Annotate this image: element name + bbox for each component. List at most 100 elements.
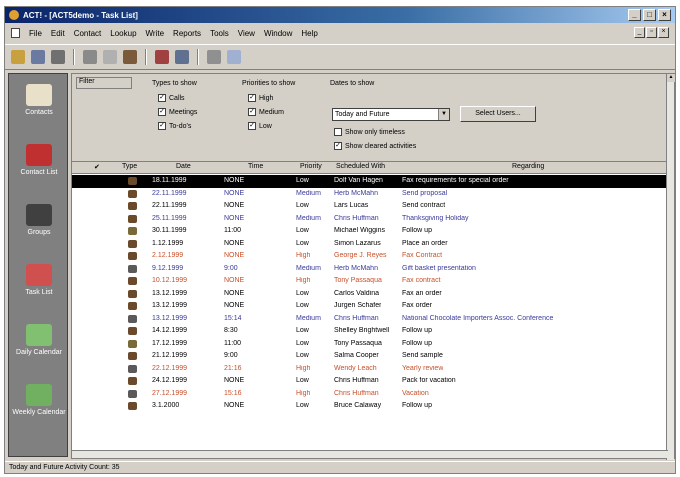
menu-window[interactable]: Window [264, 29, 292, 38]
types-todos-checkbox[interactable]: ✓ To-do's [158, 122, 191, 130]
phone-icon[interactable] [83, 50, 97, 64]
table-row[interactable]: 13.12.1999 NONE Low Carlos Valdina Fax an or… [72, 288, 668, 301]
col-regarding[interactable]: Regarding [512, 163, 544, 170]
call-icon [128, 202, 137, 210]
viewbar-groups[interactable]: Groups [9, 198, 69, 258]
row-scheduled-with: Chris Huffman [334, 389, 379, 397]
doc-minimize-button[interactable]: _ [634, 27, 645, 38]
viewbar-contact-list[interactable]: Contact List [9, 138, 69, 198]
minimize-button[interactable]: _ [628, 9, 641, 21]
types-meetings-checkbox[interactable]: ✓ Meetings [158, 108, 197, 116]
table-row[interactable]: 27.12.1999 15:16 High Chris Huffman Vacation [72, 388, 668, 401]
print-icon[interactable] [51, 50, 65, 64]
dates-title: Dates to show [330, 80, 375, 87]
checkbox-label: Medium [259, 108, 284, 116]
document-icon[interactable] [11, 28, 20, 38]
vertical-scrollbar[interactable]: ▲ [666, 74, 675, 460]
col-time[interactable]: Time [248, 163, 263, 170]
table-row[interactable]: 1.12.1999 NONE Low Simon Lazarus Place an or… [72, 238, 668, 251]
row-priority: Low [296, 402, 309, 409]
help-icon[interactable] [227, 50, 241, 64]
menu-help[interactable]: Help [301, 29, 317, 38]
attach-icon[interactable] [123, 50, 137, 64]
table-row[interactable]: 9.12.1999 9:00 Medium Herb McMahn Gift baske… [72, 263, 668, 276]
close-button[interactable]: × [658, 9, 671, 21]
horizontal-scrollbar[interactable] [72, 450, 668, 458]
table-row[interactable]: 14.12.1999 8:30 Low Shelley Brightwell Follo… [72, 325, 668, 338]
priority-medium-checkbox[interactable]: ✓ Medium [248, 108, 284, 116]
doc-restore-button[interactable]: ▫ [646, 27, 657, 38]
col-type[interactable]: Type [122, 163, 137, 170]
scroll-up-icon[interactable]: ▲ [667, 74, 675, 82]
filter-tab[interactable]: Filter [76, 77, 132, 89]
row-time: NONE [224, 189, 245, 197]
row-regarding: Gift basket presentation [402, 264, 476, 272]
menu-tools[interactable]: Tools [210, 29, 229, 38]
table-row[interactable]: 17.12.1999 11:00 Low Tony Passaqua Follow up [72, 338, 668, 351]
table-row[interactable]: 2.12.1999 NONE High George J. Reyes Fax Cont… [72, 250, 668, 263]
show-timeless-checkbox[interactable]: Show only timeless [334, 128, 405, 136]
table-row[interactable]: 13.12.1999 15:14 Medium Chris Huffman Nation… [72, 313, 668, 326]
menu-file[interactable]: File [29, 29, 42, 38]
col-priority[interactable]: Priority [300, 163, 322, 170]
checkbox-label: Show cleared activities [345, 142, 417, 150]
col-date[interactable]: Date [176, 163, 191, 170]
priority-high-checkbox[interactable]: ✓ High [248, 94, 273, 102]
maximize-button[interactable]: □ [643, 9, 656, 21]
types-title: Types to show [152, 80, 197, 87]
viewbar-task-list[interactable]: Task List [9, 258, 69, 318]
row-date: 22.11.1999 [152, 189, 187, 197]
doc-close-button[interactable]: × [658, 27, 669, 38]
table-row[interactable]: 22.11.1999 NONE Low Lars Lucas Send contract [72, 200, 668, 213]
row-time: NONE [224, 302, 245, 309]
table-row[interactable]: 13.12.1999 NONE Low Jurgen Schafer Fax order [72, 300, 668, 313]
title-bar[interactable]: ACT! - [ACT5demo - Task List] _ □ × [5, 7, 675, 23]
select-users-button[interactable]: Select Users... [460, 106, 536, 122]
row-time: 21:16 [224, 364, 242, 372]
show-cleared-checkbox[interactable]: ✓ Show cleared activities [334, 142, 416, 150]
table-row[interactable]: 3.1.2000 NONE Low Bruce Calaway Follow up [72, 400, 668, 413]
table-row[interactable]: 21.12.1999 9:00 Low Salma Cooper Send sample [72, 350, 668, 363]
table-row[interactable]: 22.11.1999 NONE Medium Herb McMahn Send prop… [72, 188, 668, 201]
row-regarding: Follow up [402, 402, 432, 409]
row-regarding: Follow up [402, 339, 432, 347]
menu-view[interactable]: View [238, 29, 255, 38]
clear-activity-icon[interactable] [207, 50, 221, 64]
open-icon[interactable] [11, 50, 25, 64]
menu-write[interactable]: Write [146, 29, 165, 38]
toolbar-separator [197, 49, 199, 65]
table-row[interactable]: 24.12.1999 NONE Low Chris Huffman Pack for v… [72, 375, 668, 388]
save-icon[interactable] [31, 50, 45, 64]
menu-edit[interactable]: Edit [51, 29, 65, 38]
meeting-icon [128, 264, 137, 273]
filter-icon[interactable] [175, 50, 189, 64]
table-row[interactable]: 30.11.1999 11:00 Low Michael Wiggins Follow … [72, 225, 668, 238]
row-regarding: Fax requirements for special order [402, 177, 509, 184]
menu-contact[interactable]: Contact [74, 29, 102, 38]
call-icon [128, 302, 137, 310]
viewbar-weekly-calendar[interactable]: Weekly Calendar [9, 378, 69, 438]
letter-icon[interactable] [103, 50, 117, 64]
priority-low-checkbox[interactable]: ✓ Low [248, 122, 272, 130]
types-calls-checkbox[interactable]: ✓ Calls [158, 94, 185, 102]
table-row[interactable]: 18.11.1999 NONE Low Dolf Van Hagen Fax requi… [72, 175, 668, 188]
row-time: NONE [224, 202, 245, 209]
checkmark-column-icon[interactable]: ✔ [94, 163, 100, 171]
table-row[interactable]: 25.11.1999 NONE Medium Chris Huffman Thanksg… [72, 213, 668, 226]
schedule-icon[interactable] [155, 50, 169, 64]
row-date: 22.12.1999 [152, 364, 188, 372]
chevron-down-icon[interactable]: ▼ [438, 109, 449, 120]
table-row[interactable]: 10.12.1999 NONE High Tony Passaqua Fax contr… [72, 275, 668, 288]
checkbox-label: Low [259, 122, 272, 130]
meeting-icon [128, 389, 137, 398]
dates-dropdown[interactable]: Today and Future ▼ [332, 108, 450, 121]
row-priority: High [296, 252, 311, 259]
viewbar-daily-calendar[interactable]: Daily Calendar [9, 318, 69, 378]
menu-reports[interactable]: Reports [173, 29, 201, 38]
table-row[interactable]: 22.12.1999 21:16 High Wendy Leach Yearly rev… [72, 363, 668, 376]
menu-lookup[interactable]: Lookup [110, 29, 136, 38]
col-scheduled-with[interactable]: Scheduled With [336, 163, 385, 170]
row-time: 9:00 [224, 264, 238, 272]
viewbar-contacts[interactable]: Contacts [9, 78, 69, 138]
row-priority: Medium [296, 264, 321, 272]
